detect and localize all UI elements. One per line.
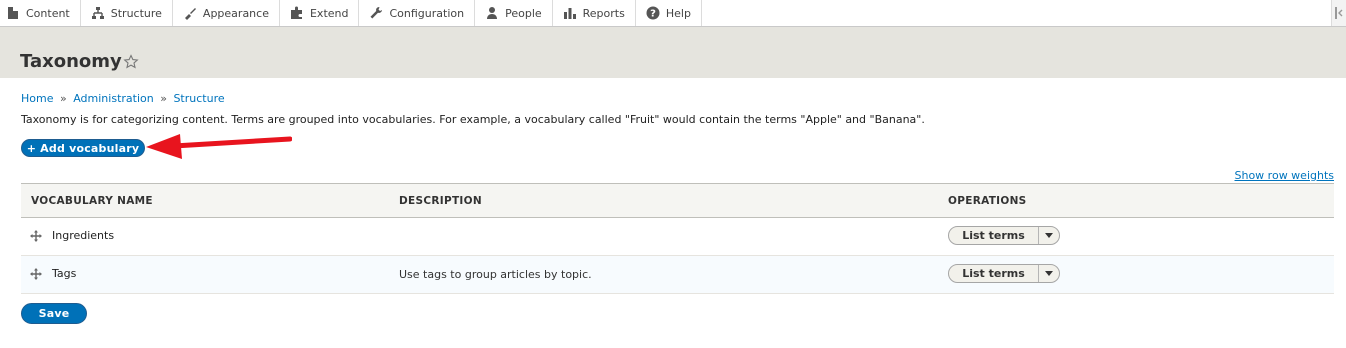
breadcrumb-separator: » — [59, 92, 67, 105]
toolbar-item-appearance[interactable]: Appearance — [173, 0, 280, 26]
toolbar-item-people[interactable]: People — [475, 0, 553, 26]
toolbar-label: Appearance — [202, 6, 269, 20]
toolbar-label: Content — [26, 6, 70, 20]
vocabulary-name: Ingredients — [52, 229, 115, 242]
breadcrumb-administration[interactable]: Administration — [73, 92, 154, 105]
orientation-toggle-icon — [1335, 7, 1343, 19]
add-vocabulary-button[interactable]: + Add vocabulary — [21, 139, 145, 157]
operations-dropbutton: List terms — [948, 226, 1060, 245]
page-title: Taxonomy — [20, 51, 122, 72]
toolbar-orientation-toggle[interactable] — [1331, 0, 1346, 26]
breadcrumb: Home » Administration » Structure — [21, 92, 225, 105]
dropbutton-toggle[interactable] — [1039, 227, 1059, 244]
admin-toolbar: Content Structure Appearance Extend Conf… — [0, 0, 1346, 27]
toolbar-item-extend[interactable]: Extend — [280, 0, 360, 26]
table-row: Ingredients List terms — [21, 218, 1334, 256]
page-header: Taxonomy — [0, 27, 1346, 78]
breadcrumb-separator: » — [160, 92, 167, 105]
chevron-down-icon — [1045, 233, 1053, 238]
column-header-vocabulary-name: Vocabulary name — [31, 195, 153, 207]
list-terms-button[interactable]: List terms — [949, 265, 1039, 282]
people-icon — [487, 7, 498, 19]
table-row: Tags Use tags to group articles by topic… — [21, 256, 1334, 294]
toolbar-label: People — [505, 6, 542, 20]
extend-icon — [290, 6, 302, 19]
column-header-description: Description — [399, 195, 482, 207]
help-icon: ? — [646, 6, 660, 20]
table-header: Vocabulary name Description Operations — [21, 184, 1334, 218]
column-header-operations: Operations — [948, 195, 1027, 207]
drag-handle-icon[interactable] — [30, 268, 42, 280]
toolbar-label: Structure — [110, 6, 162, 20]
vocabulary-description: Use tags to group articles by topic. — [399, 268, 592, 281]
toolbar-item-configuration[interactable]: Configuration — [359, 0, 476, 26]
breadcrumb-home[interactable]: Home — [21, 92, 53, 105]
toolbar-item-reports[interactable]: Reports — [553, 0, 636, 26]
toolbar-label: Reports — [582, 6, 625, 20]
dropbutton-toggle[interactable] — [1039, 265, 1059, 282]
show-row-weights-link[interactable]: Show row weights — [1235, 169, 1335, 182]
drag-handle-icon[interactable] — [30, 230, 42, 242]
structure-icon — [91, 7, 104, 19]
toolbar-label: Help — [665, 6, 691, 20]
vocabulary-table: Vocabulary name Description Operations I… — [21, 183, 1334, 294]
list-terms-button[interactable]: List terms — [949, 227, 1039, 244]
chevron-down-icon — [1045, 271, 1053, 276]
save-button[interactable]: Save — [21, 303, 87, 324]
appearance-icon — [184, 8, 196, 20]
svg-text:?: ? — [650, 9, 656, 20]
operations-dropbutton: List terms — [948, 264, 1060, 283]
help-text: Taxonomy is for categorizing content. Te… — [21, 113, 925, 126]
toolbar-item-content[interactable]: Content — [0, 0, 81, 26]
shortcut-star-icon[interactable] — [123, 54, 139, 70]
toolbar-item-help[interactable]: ? Help — [636, 0, 702, 26]
reports-icon — [563, 8, 576, 19]
content-icon — [8, 7, 18, 19]
vocabulary-name: Tags — [52, 267, 77, 280]
breadcrumb-structure[interactable]: Structure — [173, 92, 224, 105]
toolbar-item-structure[interactable]: Structure — [81, 0, 173, 26]
configuration-icon — [370, 7, 383, 19]
annotation-arrow — [146, 134, 292, 159]
toolbar-label: Configuration — [389, 6, 465, 20]
toolbar-label: Extend — [309, 6, 349, 20]
